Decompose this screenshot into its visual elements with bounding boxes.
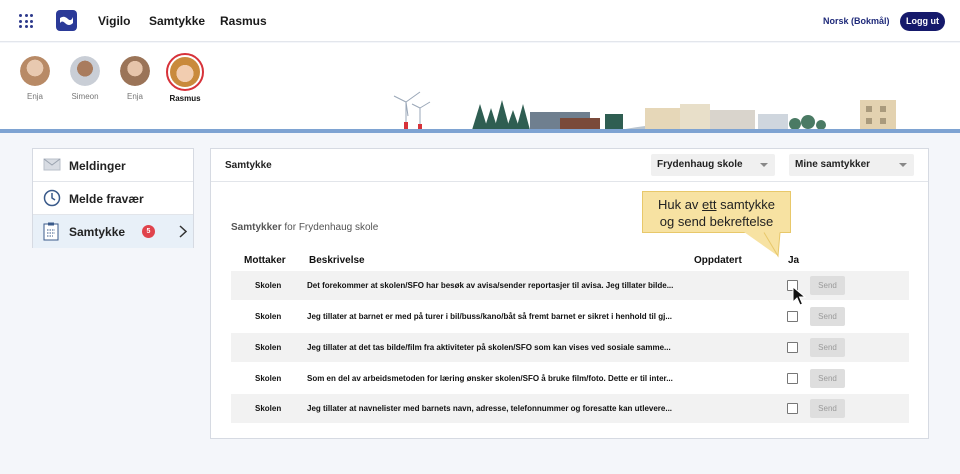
subtitle-strong: Samtykker [231, 222, 282, 233]
avatar-name: Enja [26, 92, 43, 101]
tooltip-text-part1: Huk av [657, 197, 703, 212]
clock-icon [43, 189, 61, 207]
consent-checkbox[interactable] [787, 342, 798, 353]
avatar-name: Rasmus [169, 94, 201, 103]
sidebar-item-label: Melde fravær [69, 192, 144, 206]
row-description[interactable]: Jeg tillater at navnelister med barnets … [307, 404, 687, 413]
vigilo-logo[interactable] [56, 10, 77, 31]
table-row: Skolen Jeg tillater at det tas bilde/fil… [231, 333, 909, 362]
consent-panel: Samtykke Frydenhaug skole Mine samtykker… [210, 148, 929, 439]
sidebar-item-samtykke[interactable]: Samtykke 5 [33, 215, 193, 248]
row-recipient: Skolen [255, 343, 282, 352]
mouse-cursor-icon [792, 286, 806, 306]
row-description[interactable]: Jeg tillater at det tas bilde/film fra a… [307, 343, 687, 352]
consent-checkbox[interactable] [787, 311, 798, 322]
sidebar-item-melde-fravaer[interactable]: Melde fravær [33, 182, 193, 215]
caret-down-icon [760, 163, 768, 167]
tooltip-pointer-icon [744, 232, 781, 258]
avatar-selected [166, 53, 204, 91]
consent-checkbox[interactable] [787, 403, 798, 414]
school-select[interactable]: Frydenhaug skole [651, 154, 775, 176]
row-description[interactable]: Det forekommer at skolen/SFO har besøk a… [307, 281, 687, 290]
language-selector[interactable]: Norsk (Bokmål) [823, 16, 890, 26]
sidebar-item-label: Samtykke [69, 225, 126, 239]
send-button[interactable]: Send [810, 307, 845, 326]
avatar-name: Enja [126, 92, 143, 101]
subtitle-rest: for Frydenhaug skole [281, 222, 379, 233]
table-row: Skolen Jeg tillater at navnelister med b… [231, 394, 909, 423]
send-button[interactable]: Send [810, 338, 845, 357]
town-skyline-illustration [380, 91, 940, 132]
consent-checkbox[interactable] [787, 373, 798, 384]
app-grid-icon[interactable] [19, 14, 33, 28]
table-row: Skolen Som en del av arbeidsmetoden for … [231, 364, 909, 393]
avatar-name: Simeon [71, 92, 99, 101]
consent-filter-select[interactable]: Mine samtykker [789, 154, 914, 176]
band-divider [0, 129, 960, 133]
table-row: Skolen Det forekommer at skolen/SFO har … [231, 271, 909, 300]
tooltip-text-part2: samtykke [716, 197, 776, 212]
avatar [70, 56, 100, 86]
section-subtitle: Samtykker for Frydenhaug skole [231, 222, 378, 233]
tooltip-text-line2: og send bekreftelse [659, 214, 774, 229]
avatar [20, 56, 50, 86]
unread-count-badge: 5 [142, 225, 155, 238]
child-avatar-rasmus[interactable]: Rasmus [165, 53, 205, 103]
instruction-tooltip: Huk av ett samtykke og send bekreftelse [642, 191, 791, 233]
row-recipient: Skolen [255, 374, 282, 383]
caret-down-icon [899, 163, 907, 167]
column-header-description: Beskrivelse [309, 255, 365, 266]
table-row: Skolen Jeg tillater at barnet er med på … [231, 302, 909, 331]
filter-select-value: Mine samtykker [795, 159, 871, 170]
sidebar: Meldinger Melde fravær Samtykke 5 [32, 148, 194, 248]
panel-title: Samtykke [225, 160, 272, 171]
sidebar-item-label: Meldinger [69, 159, 126, 173]
row-recipient: Skolen [255, 281, 282, 290]
nav-samtykke[interactable]: Samtykke [149, 14, 205, 28]
clipboard-icon [43, 222, 59, 241]
school-select-value: Frydenhaug skole [657, 159, 743, 170]
row-recipient: Skolen [255, 404, 282, 413]
child-avatar-enja-2[interactable]: Enja [115, 56, 155, 101]
row-description[interactable]: Jeg tillater at barnet er med på turer i… [307, 312, 687, 321]
top-bar: Vigilo Samtykke Rasmus Norsk (Bokmål) Lo… [0, 0, 960, 42]
column-header-yes: Ja [788, 255, 800, 266]
avatar [120, 56, 150, 86]
column-header-updated: Oppdatert [694, 255, 742, 266]
column-header-recipient: Mottaker [244, 255, 286, 266]
send-button[interactable]: Send [810, 369, 845, 388]
tooltip-underlined: ett [702, 197, 717, 212]
send-button[interactable]: Send [810, 399, 845, 418]
panel-header: Samtykke Frydenhaug skole Mine samtykker [211, 149, 928, 182]
envelope-icon [43, 158, 61, 171]
child-avatar-enja[interactable]: Enja [15, 56, 55, 101]
chevron-right-icon [179, 225, 187, 238]
row-recipient: Skolen [255, 312, 282, 321]
child-avatar-simeon[interactable]: Simeon [65, 56, 105, 101]
row-description[interactable]: Som en del av arbeidsmetoden for læring … [307, 374, 687, 383]
logout-button[interactable]: Logg ut [900, 12, 945, 31]
sidebar-item-meldinger[interactable]: Meldinger [33, 149, 193, 182]
nav-child-name[interactable]: Rasmus [220, 14, 267, 28]
send-button[interactable]: Send [810, 276, 845, 295]
nav-vigilo[interactable]: Vigilo [98, 14, 130, 28]
